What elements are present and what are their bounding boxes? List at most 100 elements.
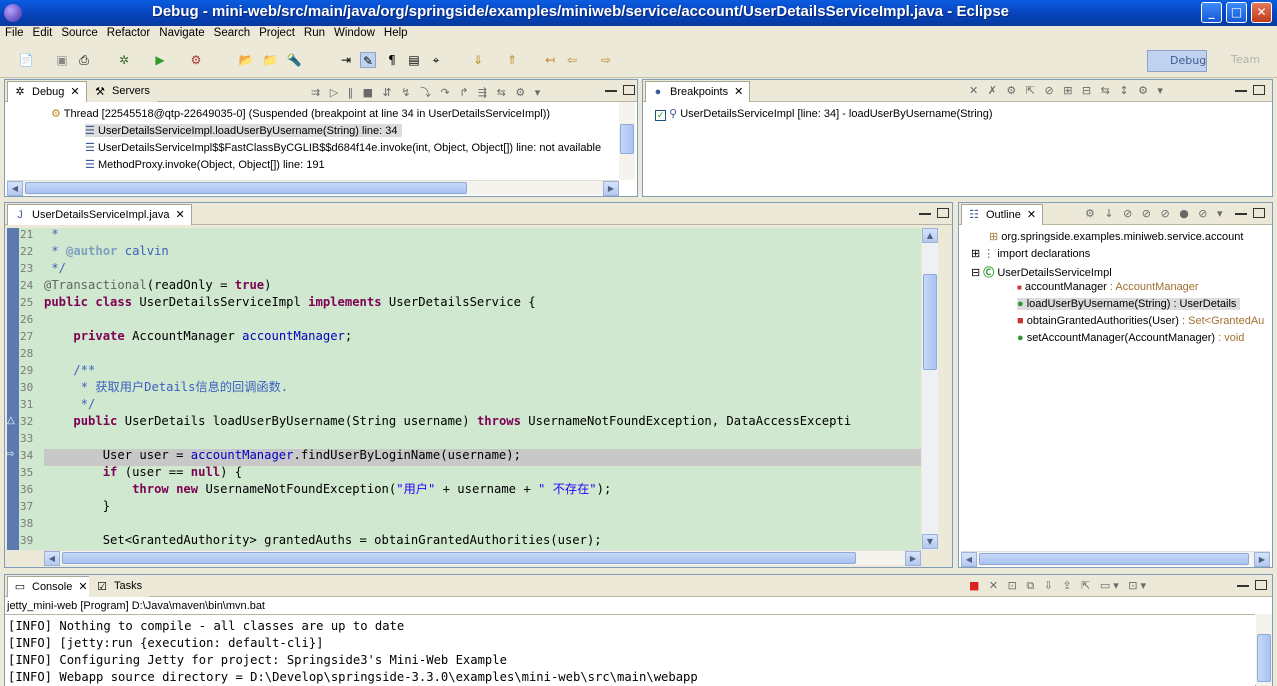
menu-project[interactable]: Project [254, 26, 299, 39]
last-edit-icon[interactable]: ↤ [542, 52, 558, 68]
tab-servers[interactable]: ⚒ Servers [87, 81, 157, 102]
block-select-icon[interactable]: ▤ [406, 52, 422, 68]
code-line[interactable]: * [44, 228, 58, 243]
new-icon[interactable]: 📄 [18, 52, 34, 68]
perspective-debug-button[interactable]: Debug [1147, 50, 1207, 72]
menu-refactor[interactable]: Refactor [102, 26, 154, 39]
menu-window[interactable]: Window [329, 26, 379, 39]
menu-navigate[interactable]: Navigate [154, 26, 208, 39]
show-whitespace-icon[interactable]: ¶ [384, 52, 400, 68]
perspective-team-button[interactable]: Team [1209, 50, 1271, 72]
terminate-icon[interactable]: ■ [969, 579, 982, 592]
outline-member[interactable]: ■ obtainGrantedAuthorities(User) : Set<G… [1017, 315, 1264, 327]
external-tools-icon[interactable]: ⚙ [188, 52, 204, 68]
console-vscroll[interactable] [1256, 614, 1272, 686]
maximize-button[interactable]: □ [1226, 2, 1247, 23]
console-output[interactable]: [INFO] Nothing to compile - all classes … [5, 614, 1255, 686]
open-resource-icon[interactable]: 📁 [262, 52, 278, 68]
thread-row[interactable]: ⚙ Thread [22545518@qtp-22649035-0] (Susp… [51, 107, 550, 120]
breakpoints-view-minmax[interactable] [1229, 83, 1265, 96]
editor-hscroll[interactable]: ◀ ▶ [44, 550, 921, 566]
menu-source[interactable]: Source [56, 26, 101, 39]
scroll-down-icon[interactable]: ▼ [922, 534, 938, 549]
close-icon[interactable]: ✕ [78, 581, 87, 593]
editor-annotation-ruler[interactable]: △ ⇨ [6, 228, 19, 550]
console-toolbar[interactable]: ■ ✕ ⊡ ⧉ ⇩ ⇪ ⇱ ▭▾ ⊡▾ [969, 579, 1149, 593]
outline-class[interactable]: ⊟ Ⓒ UserDetailsServiceImpl [971, 264, 1112, 280]
scroll-left-icon[interactable]: ◀ [44, 551, 60, 566]
outline-minmax[interactable] [1229, 206, 1265, 219]
minimize-button[interactable]: _ [1201, 2, 1222, 23]
outline-member[interactable]: ● setAccountManager(AccountManager) : vo… [1017, 332, 1244, 344]
close-icon[interactable]: ✕ [734, 86, 743, 98]
code-line[interactable]: /** [44, 362, 95, 379]
debug-run-icon[interactable]: ✲ [116, 52, 132, 68]
code-line[interactable]: User user = accountManager.findUserByLog… [44, 447, 521, 464]
menu-file[interactable]: File [0, 26, 28, 39]
outline-toolbar[interactable]: ⚙ ↓ ⊘ ⊘ ⊘ ● ⊘ ▾ [1085, 207, 1226, 221]
tab-outline[interactable]: ☷ Outline ✕ [961, 204, 1044, 225]
tab-breakpoints[interactable]: ● Breakpoints ✕ [645, 81, 751, 102]
scroll-up-icon[interactable]: ▲ [922, 228, 938, 243]
outline-hscroll[interactable]: ◀ ▶ [961, 551, 1270, 567]
code-line[interactable]: @Transactional(readOnly = true) [44, 277, 272, 294]
breakpoints-view-toolbar[interactable]: ✕ ✗ ⚙ ⇱ ⊘ ⊞ ⊟ ⇆ ↕ ⚙ ▾ [969, 84, 1166, 98]
print-icon[interactable]: ⎙ [76, 52, 92, 68]
expand-icon[interactable]: ⊞ [971, 248, 980, 260]
close-icon[interactable]: ✕ [176, 209, 185, 221]
debug-vscroll[interactable] [619, 102, 635, 180]
code-line[interactable]: if (user == null) { [44, 464, 242, 481]
menu-help[interactable]: Help [379, 26, 412, 39]
close-icon[interactable]: ✕ [1027, 209, 1036, 221]
code-line[interactable]: Set<GrantedAuthority> grantedAuths = obt… [44, 532, 602, 549]
scroll-left-icon[interactable]: ◀ [7, 181, 23, 196]
editor-vscroll[interactable]: ▲ ▼ [922, 228, 938, 550]
pin-icon[interactable]: ⌖ [428, 52, 444, 68]
code-line[interactable]: throw new UsernameNotFoundException("用户"… [44, 481, 611, 498]
collapse-icon[interactable]: ⊟ [971, 267, 980, 279]
scroll-right-icon[interactable]: ▶ [603, 181, 619, 196]
run-icon[interactable]: ▶ [152, 52, 168, 68]
menu-run[interactable]: Run [299, 26, 329, 39]
stack-frame[interactable]: ☰ MethodProxy.invoke(Object, Object[]) l… [85, 158, 325, 171]
code-line[interactable]: * 获取用户Details信息的回调函数. [44, 379, 288, 396]
mark-occurrences-icon[interactable]: ✎ [360, 52, 376, 68]
menu-edit[interactable]: Edit [28, 26, 57, 39]
code-line[interactable]: */ [44, 396, 96, 413]
debug-view-toolbar[interactable]: ⇉ ▷ ‖ ■ ⇵ ↯ ⤵ ↷ ↱ ⇶ ⇆ ⚙ ▾ [311, 84, 543, 99]
tab-console[interactable]: ▭ Console ✕ [7, 576, 95, 597]
code-line[interactable]: private AccountManager accountManager; [44, 328, 352, 345]
scroll-left-icon[interactable]: ◀ [961, 552, 977, 567]
code-line[interactable]: * @author calvin [44, 243, 168, 260]
debug-view-minmax[interactable] [599, 83, 635, 96]
save-icon[interactable]: ▣ [54, 52, 70, 68]
code-line[interactable]: */ [44, 260, 66, 277]
stack-frame-selected[interactable]: ☰ UserDetailsServiceImpl.loadUserByUsern… [85, 124, 402, 137]
editor-minmax[interactable] [913, 206, 949, 219]
tab-tasks[interactable]: ☑ Tasks [89, 576, 150, 597]
debug-hscroll[interactable]: ◀ ▶ [7, 180, 619, 196]
forward-icon[interactable]: ⇨ [598, 52, 614, 68]
scroll-right-icon[interactable]: ▶ [905, 551, 921, 566]
toggle-breakpoint-icon[interactable]: ⇥ [338, 52, 354, 68]
code-line[interactable]: } [44, 498, 110, 515]
stack-frame[interactable]: ☰ UserDetailsServiceImpl$$FastClassByCGL… [85, 141, 601, 154]
menu-search[interactable]: Search [209, 26, 254, 39]
breakpoint-item[interactable]: ✓ ⚲ UserDetailsServiceImpl [line: 34] - … [655, 107, 993, 121]
outline-imports[interactable]: ⊞ ⋮ import declarations [971, 247, 1090, 260]
open-type-icon[interactable]: 📂 [238, 52, 254, 68]
outline-member-selected[interactable]: ● loadUserByUsername(String) : UserDetai… [1017, 298, 1241, 310]
code-line[interactable]: public class UserDetailsServiceImpl impl… [44, 294, 536, 311]
close-icon[interactable]: ✕ [70, 86, 79, 98]
tab-editor-file[interactable]: J UserDetailsServiceImpl.java ✕ [7, 204, 192, 225]
next-annotation-icon[interactable]: ⇓ [470, 52, 486, 68]
previous-annotation-icon[interactable]: ⇑ [504, 52, 520, 68]
console-minmax[interactable] [1231, 578, 1267, 591]
close-button[interactable]: ✕ [1251, 2, 1272, 23]
outline-member[interactable]: ■ accountManager : AccountManager [1017, 281, 1199, 293]
search-icon[interactable]: 🔦 [286, 52, 302, 68]
outline-package[interactable]: ⊞ org.springside.examples.miniweb.servic… [989, 230, 1243, 243]
back-icon[interactable]: ⇦ [564, 52, 580, 68]
tab-debug[interactable]: ✲ Debug ✕ [7, 81, 87, 102]
code-line[interactable]: public UserDetails loadUserByUsername(St… [44, 413, 851, 430]
